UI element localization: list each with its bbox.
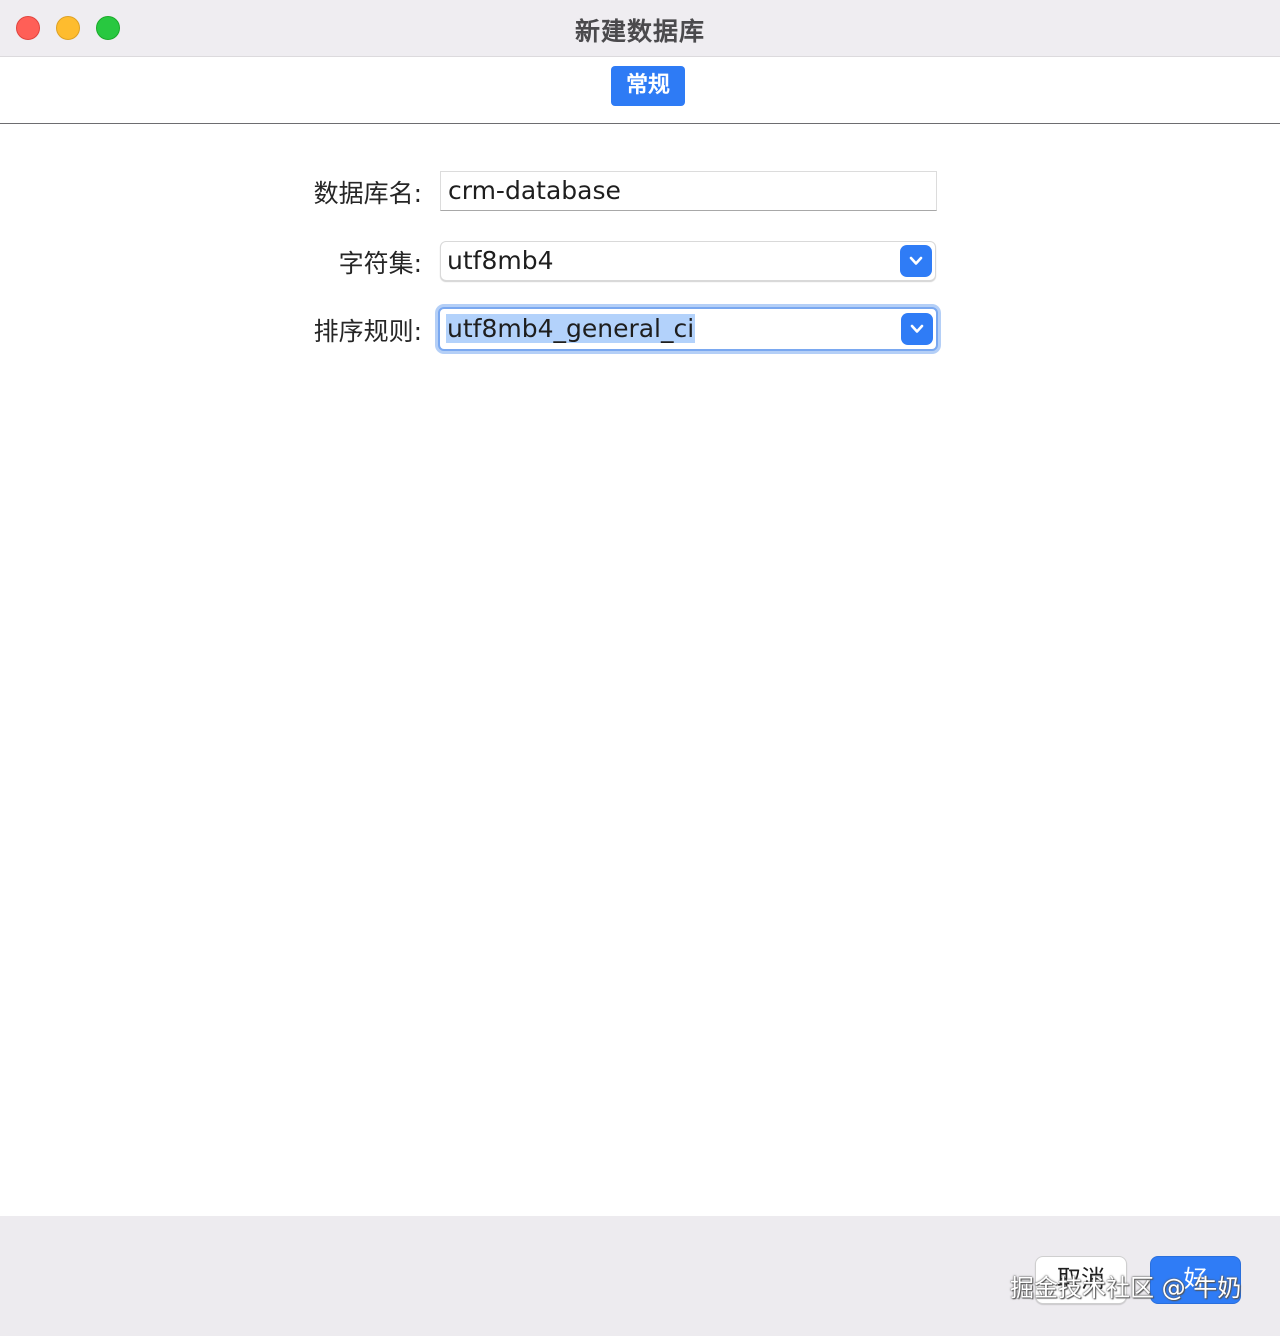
new-database-dialog: 新建数据库 常规 数据库名: crm-database 字符集: utf8mb4… [0, 0, 1280, 1336]
database-name-label: 数据库名: [313, 179, 422, 208]
charset-dropdown-button[interactable] [900, 245, 932, 277]
collation-dropdown-button[interactable] [901, 313, 933, 345]
title-bar: 新建数据库 [0, 0, 1280, 57]
collation-select[interactable]: utf8mb4_general_ci [438, 307, 938, 351]
watermark-text: 掘金技术社区 @ 牛奶 [1010, 1274, 1242, 1302]
charset-label: 字符集: [338, 249, 422, 278]
window-title: 新建数据库 [574, 17, 705, 46]
charset-select[interactable]: utf8mb4 [440, 241, 936, 281]
collation-label: 排序规则: [313, 317, 422, 346]
tab-bar: 常规 [0, 57, 1280, 124]
database-name-value: crm-database [448, 176, 621, 205]
database-name-field[interactable]: crm-database [440, 171, 937, 211]
collation-value: utf8mb4_general_ci [446, 314, 696, 343]
chevron-down-icon [910, 324, 924, 333]
chevron-down-icon [909, 256, 923, 265]
charset-value: utf8mb4 [447, 246, 554, 275]
tab-general[interactable]: 常规 [611, 66, 685, 106]
